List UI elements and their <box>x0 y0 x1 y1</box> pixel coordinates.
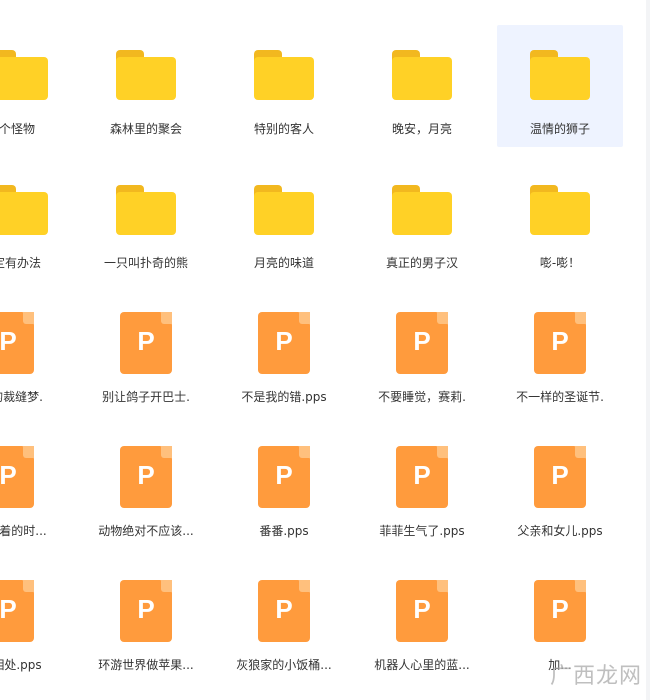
pps-fold <box>299 580 310 592</box>
folder-label: 定有办法 <box>0 256 41 270</box>
folder-icon <box>530 185 590 235</box>
pps-letter: P <box>137 460 155 490</box>
file-label: 别让鸽子开巴士. <box>102 390 190 404</box>
folder-icon <box>254 185 314 235</box>
pps-letter: P <box>551 460 569 490</box>
file-label: 动物绝对不应该... <box>98 524 194 538</box>
pps-fold <box>575 580 586 592</box>
folder-icon <box>0 185 48 235</box>
folder-body <box>530 57 590 100</box>
file-label: 不是我的错.pps <box>241 390 327 404</box>
pps-file-icon: P <box>396 446 448 508</box>
folder-body <box>392 192 452 235</box>
file-label: 番番.pps <box>259 524 309 538</box>
pps-file-icon: P <box>0 446 34 508</box>
pps-letter: P <box>275 460 293 490</box>
folder-icon <box>530 50 590 100</box>
pps-letter: P <box>0 460 17 490</box>
pps-fold <box>437 580 448 592</box>
pps-fold <box>161 580 172 592</box>
file-label: 父亲和女儿.pps <box>517 524 603 538</box>
folder-label: 真正的男子汉 <box>385 256 458 270</box>
pps-fold <box>23 312 34 324</box>
folder-label: 一只叫扑奇的熊 <box>103 256 188 270</box>
pps-letter: P <box>137 594 155 624</box>
folder-body <box>116 57 176 100</box>
pps-file-icon: P <box>396 312 448 374</box>
pps-letter: P <box>275 594 293 624</box>
file-label: 机器人心里的蓝... <box>374 658 470 672</box>
pps-file-icon: P <box>258 312 310 374</box>
folder-label: 特别的客人 <box>253 122 314 136</box>
pps-letter: P <box>551 594 569 624</box>
folder-body <box>0 57 48 100</box>
folder-label: 晚安，月亮 <box>391 122 452 136</box>
folder-label: 森林里的聚会 <box>109 122 182 136</box>
folder-icon <box>392 185 452 235</box>
scrollbar-track[interactable] <box>646 0 650 700</box>
pps-fold <box>23 446 34 458</box>
pps-file-icon: P <box>120 446 172 508</box>
watermark-text: 广西龙网 <box>549 664 642 689</box>
file-label: 不要睡觉，赛莉. <box>378 390 466 404</box>
pps-file-icon: P <box>120 580 172 642</box>
folder-icon <box>254 50 314 100</box>
file-label: 相处.pps <box>0 658 42 672</box>
file-label: 不一样的圣诞节. <box>516 390 604 404</box>
folder-body <box>530 192 590 235</box>
file-label: 菲菲生气了.pps <box>379 524 465 538</box>
pps-file-icon: P <box>258 580 310 642</box>
folder-body <box>392 57 452 100</box>
pps-fold <box>437 312 448 324</box>
folder-body <box>116 192 176 235</box>
pps-file-icon: P <box>120 312 172 374</box>
pps-file-icon: P <box>534 312 586 374</box>
folder-icon <box>0 50 48 100</box>
file-grid-viewport: 个怪物 森林里的聚会 特别的客人 晚安，月亮 温情的狮子 定有办 <box>0 0 650 700</box>
folder-body <box>254 57 314 100</box>
file-label: 环游世界做苹果... <box>98 658 194 672</box>
pps-file-icon: P <box>258 446 310 508</box>
pps-file-icon: P <box>534 580 586 642</box>
folder-body <box>254 192 314 235</box>
folder-label: 温情的狮子 <box>529 122 590 136</box>
pps-file-icon: P <box>396 580 448 642</box>
pps-letter: P <box>413 594 431 624</box>
pps-fold <box>161 446 172 458</box>
folder-icon <box>116 185 176 235</box>
file-label: 不着的时... <box>0 524 47 538</box>
pps-letter: P <box>551 326 569 356</box>
folder-icon <box>392 50 452 100</box>
pps-fold <box>575 446 586 458</box>
pps-file-icon: P <box>0 312 34 374</box>
pps-file-icon: P <box>534 446 586 508</box>
pps-letter: P <box>0 326 17 356</box>
pps-file-icon: P <box>0 580 34 642</box>
file-label: 的裁缝梦. <box>0 390 43 404</box>
pps-fold <box>161 312 172 324</box>
folder-label: 月亮的味道 <box>253 256 314 270</box>
folder-label: 个怪物 <box>0 122 35 136</box>
pps-letter: P <box>0 594 17 624</box>
pps-letter: P <box>413 326 431 356</box>
pps-fold <box>437 446 448 458</box>
folder-icon <box>116 50 176 100</box>
pps-fold <box>299 446 310 458</box>
pps-fold <box>575 312 586 324</box>
pps-fold <box>23 580 34 592</box>
pps-letter: P <box>413 460 431 490</box>
file-label: 灰狼家的小饭桶... <box>236 658 332 672</box>
folder-body <box>0 192 48 235</box>
pps-fold <box>299 312 310 324</box>
pps-letter: P <box>275 326 293 356</box>
folder-label: 嘭-嘭！ <box>539 256 581 270</box>
pps-letter: P <box>137 326 155 356</box>
